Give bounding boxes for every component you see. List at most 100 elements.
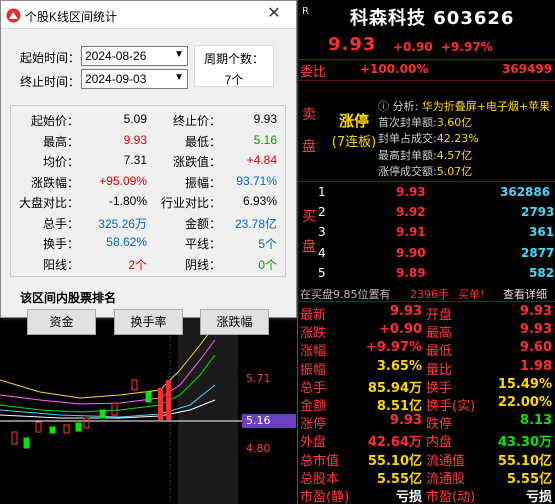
stat-value: 9.60 bbox=[519, 340, 552, 356]
notice-text: 在买盘9.85位置有 bbox=[300, 288, 391, 301]
limit-up-streak: (7连板) bbox=[331, 135, 377, 150]
stat-value: 0个 bbox=[258, 257, 277, 272]
stat-value: 325.26万 bbox=[98, 216, 147, 231]
stat-value: 55.10亿 bbox=[497, 453, 552, 469]
bid-row[interactable]: 5 9.89 582 bbox=[314, 264, 554, 284]
stat-value: +9.97% bbox=[366, 340, 422, 356]
quote-panel: R 科森科技 603626 9.93 +0.90 +9.97% 委比 +100.… bbox=[297, 0, 555, 504]
stat-value: 2个 bbox=[128, 257, 147, 272]
stat-value: 43.30万 bbox=[497, 435, 552, 451]
price-tick-lower: 4.80 bbox=[246, 442, 271, 455]
big-order-notice: 在买盘9.85位置有 2396手 买单! 查看详细 bbox=[298, 284, 555, 301]
current-price-marker: 5.16 bbox=[242, 414, 296, 428]
info-line: 封单占成交:42.23% bbox=[378, 132, 479, 145]
chevron-down-icon: ▼ bbox=[174, 72, 184, 83]
last-price: 9.93 bbox=[328, 34, 377, 55]
bid-row[interactable]: 2 9.92 2793 bbox=[314, 203, 554, 223]
stat-value: 9.93 bbox=[519, 304, 552, 319]
stock-title: 科森科技 603626 bbox=[350, 8, 515, 29]
stat-label: 换手： bbox=[42, 237, 79, 251]
stat-value: 5.16 bbox=[253, 132, 277, 147]
stat-label: 起始价： bbox=[30, 114, 79, 128]
bid-row[interactable]: 1 9.93 362886 bbox=[314, 183, 554, 203]
dialog-title: 个股K线区间统计 bbox=[25, 10, 118, 24]
quote-stat-row: 涨停 9.93 跌停 8.13 bbox=[298, 413, 555, 432]
stat-value: 93.71% bbox=[236, 173, 277, 188]
start-time-value: 2024-08-26 bbox=[85, 49, 147, 63]
weibi-row: 委比 +100.00% 369499 bbox=[298, 61, 555, 80]
period-count-value: 7个 bbox=[224, 73, 244, 87]
quote-stat-row: 涨跌 +0.90 最高 9.93 bbox=[298, 322, 555, 341]
end-time-label: 终止时间： bbox=[20, 75, 81, 89]
weibi-value: 369499 bbox=[502, 62, 553, 76]
quote-stat-row: 金额 8.51亿 换手(实) 22.00% bbox=[298, 395, 555, 414]
limit-up-badge: 涨停 (7连板) bbox=[324, 110, 384, 150]
quote-stat-row: 总市值 55.10亿 流通值 55.10亿 bbox=[298, 450, 555, 469]
price-tick-upper: 5.71 bbox=[246, 372, 271, 385]
start-time-label: 起始时间： bbox=[20, 51, 81, 65]
stat-value: 5.55亿 bbox=[376, 471, 422, 487]
stat-value: +4.84 bbox=[246, 153, 277, 167]
stat-value: 9.93 bbox=[389, 304, 422, 319]
bid-row[interactable]: 4 9.90 2877 bbox=[314, 244, 554, 264]
quote-header: R 科森科技 603626 bbox=[298, 0, 555, 30]
analysis-row[interactable]: ⓘ 分析: 华为折叠屏+电子烟+苹果 bbox=[378, 98, 555, 112]
price-change-pct: +9.97% bbox=[441, 40, 493, 54]
close-icon[interactable]: ✕ bbox=[263, 4, 285, 26]
stat-value: 58.62% bbox=[106, 235, 147, 249]
stat-value: 8.51亿 bbox=[376, 399, 422, 414]
stat-value: 亏损 bbox=[395, 490, 422, 504]
stat-value: 15.49% bbox=[497, 376, 552, 392]
analysis-label: 分析: bbox=[392, 100, 419, 112]
quote-stat-row: 总手 85.94万 换手 15.49% bbox=[298, 376, 555, 396]
stat-value: 9.93 bbox=[389, 413, 422, 429]
dialog-titlebar[interactable]: 个股K线区间统计 ✕ bbox=[1, 1, 296, 29]
stat-value: 9.93 bbox=[253, 112, 277, 126]
period-count-label: 周期个数： bbox=[203, 52, 264, 66]
stat-value: 3.65% bbox=[376, 358, 422, 374]
stat-value: 6.93% bbox=[242, 194, 277, 208]
info-line: 涨停成交额:5.07亿 bbox=[378, 165, 473, 178]
quote-stat-row: 总股本 5.55亿 流通股 5.55亿 bbox=[298, 468, 555, 487]
interval-stats-dialog: 个股K线区间统计 ✕ 起始时间： 2024-08-26 ▼ 终止时间： 2024… bbox=[0, 0, 297, 335]
rank-by-funds-button[interactable]: 资金 bbox=[27, 309, 96, 335]
stat-value: 5.55亿 bbox=[506, 471, 552, 487]
stat-value: 1.98 bbox=[519, 358, 552, 374]
stat-value: 22.00% bbox=[497, 395, 552, 410]
period-count-box: 周期个数： 7个 bbox=[194, 45, 274, 87]
notice-tag: 买单! bbox=[458, 288, 485, 301]
info-icon: ⓘ bbox=[378, 100, 389, 112]
rank-section-label: 该区间内股票排名 bbox=[20, 291, 117, 305]
rank-by-change-button[interactable]: 涨跌幅 bbox=[200, 309, 269, 335]
quote-stat-row: 振幅 3.65% 量比 1.98 bbox=[298, 358, 555, 378]
end-time-select[interactable]: 2024-09-03 ▼ bbox=[81, 69, 188, 89]
weibi-pct: +100.00% bbox=[360, 62, 429, 76]
quote-stat-row: 外盘 42.64万 内盘 43.30万 bbox=[298, 431, 555, 451]
info-line: 首次封单额:3.60亿 bbox=[378, 116, 473, 129]
start-time-select[interactable]: 2024-08-26 ▼ bbox=[81, 46, 188, 66]
end-time-value: 2024-09-03 bbox=[85, 72, 147, 86]
stat-value: 8.13 bbox=[519, 413, 552, 429]
stat-label: 涨跌幅： bbox=[30, 175, 79, 190]
price-change: +0.90 bbox=[393, 40, 433, 54]
view-detail-link[interactable]: 查看详细 bbox=[503, 286, 547, 302]
stat-label: 大盘对比： bbox=[19, 196, 80, 210]
stat-value: 7.31 bbox=[123, 153, 147, 167]
quote-stat-row: 最新 9.93 开盘 9.93 bbox=[298, 304, 555, 323]
stat-value: 亏损 bbox=[525, 490, 552, 504]
quote-stat-row: 涨幅 +9.97% 最低 9.60 bbox=[298, 340, 555, 359]
stat-value: 9.93 bbox=[519, 322, 552, 338]
stat-value: 9.93 bbox=[123, 132, 147, 147]
stat-value: 23.78亿 bbox=[234, 216, 277, 231]
stat-label: 均价： bbox=[42, 155, 79, 169]
stat-label: 最高： bbox=[42, 134, 79, 149]
stat-value: +95.09% bbox=[99, 173, 147, 188]
info-line: 最高封单额:4.57亿 bbox=[378, 149, 473, 162]
bid-row[interactable]: 3 9.91 361 bbox=[314, 223, 554, 243]
limit-up-text: 涨停 bbox=[338, 112, 369, 130]
rank-by-turnover-button[interactable]: 换手率 bbox=[114, 309, 183, 335]
stat-value: 55.10亿 bbox=[367, 453, 422, 469]
quote-stat-row: 市盈(静) 亏损 市盈(动) 亏损 bbox=[298, 486, 555, 504]
stat-value: +0.90 bbox=[379, 322, 422, 338]
stat-label: 总手： bbox=[42, 216, 79, 231]
